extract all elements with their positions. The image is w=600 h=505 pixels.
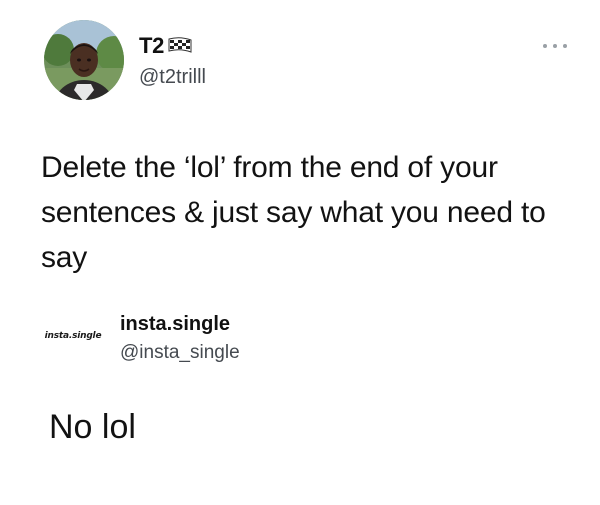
tweet-text: Delete the ‘lol’ from the end of your se… [41, 151, 546, 274]
display-name-text: T2 [139, 33, 165, 58]
avatar[interactable] [44, 20, 124, 100]
checkered-flag-icon [167, 37, 193, 55]
handle[interactable]: @t2trilll [139, 66, 206, 89]
avatar-logo-text: insta.single [44, 331, 102, 341]
display-name[interactable]: T2 [139, 33, 193, 59]
avatar-reply[interactable]: insta.single [38, 301, 108, 371]
display-name-reply[interactable]: insta.single [120, 313, 230, 336]
handle-reply[interactable]: @insta_single [120, 342, 240, 364]
more-options-icon[interactable] [543, 40, 567, 52]
tweet-text-reply: No lol [49, 408, 136, 446]
